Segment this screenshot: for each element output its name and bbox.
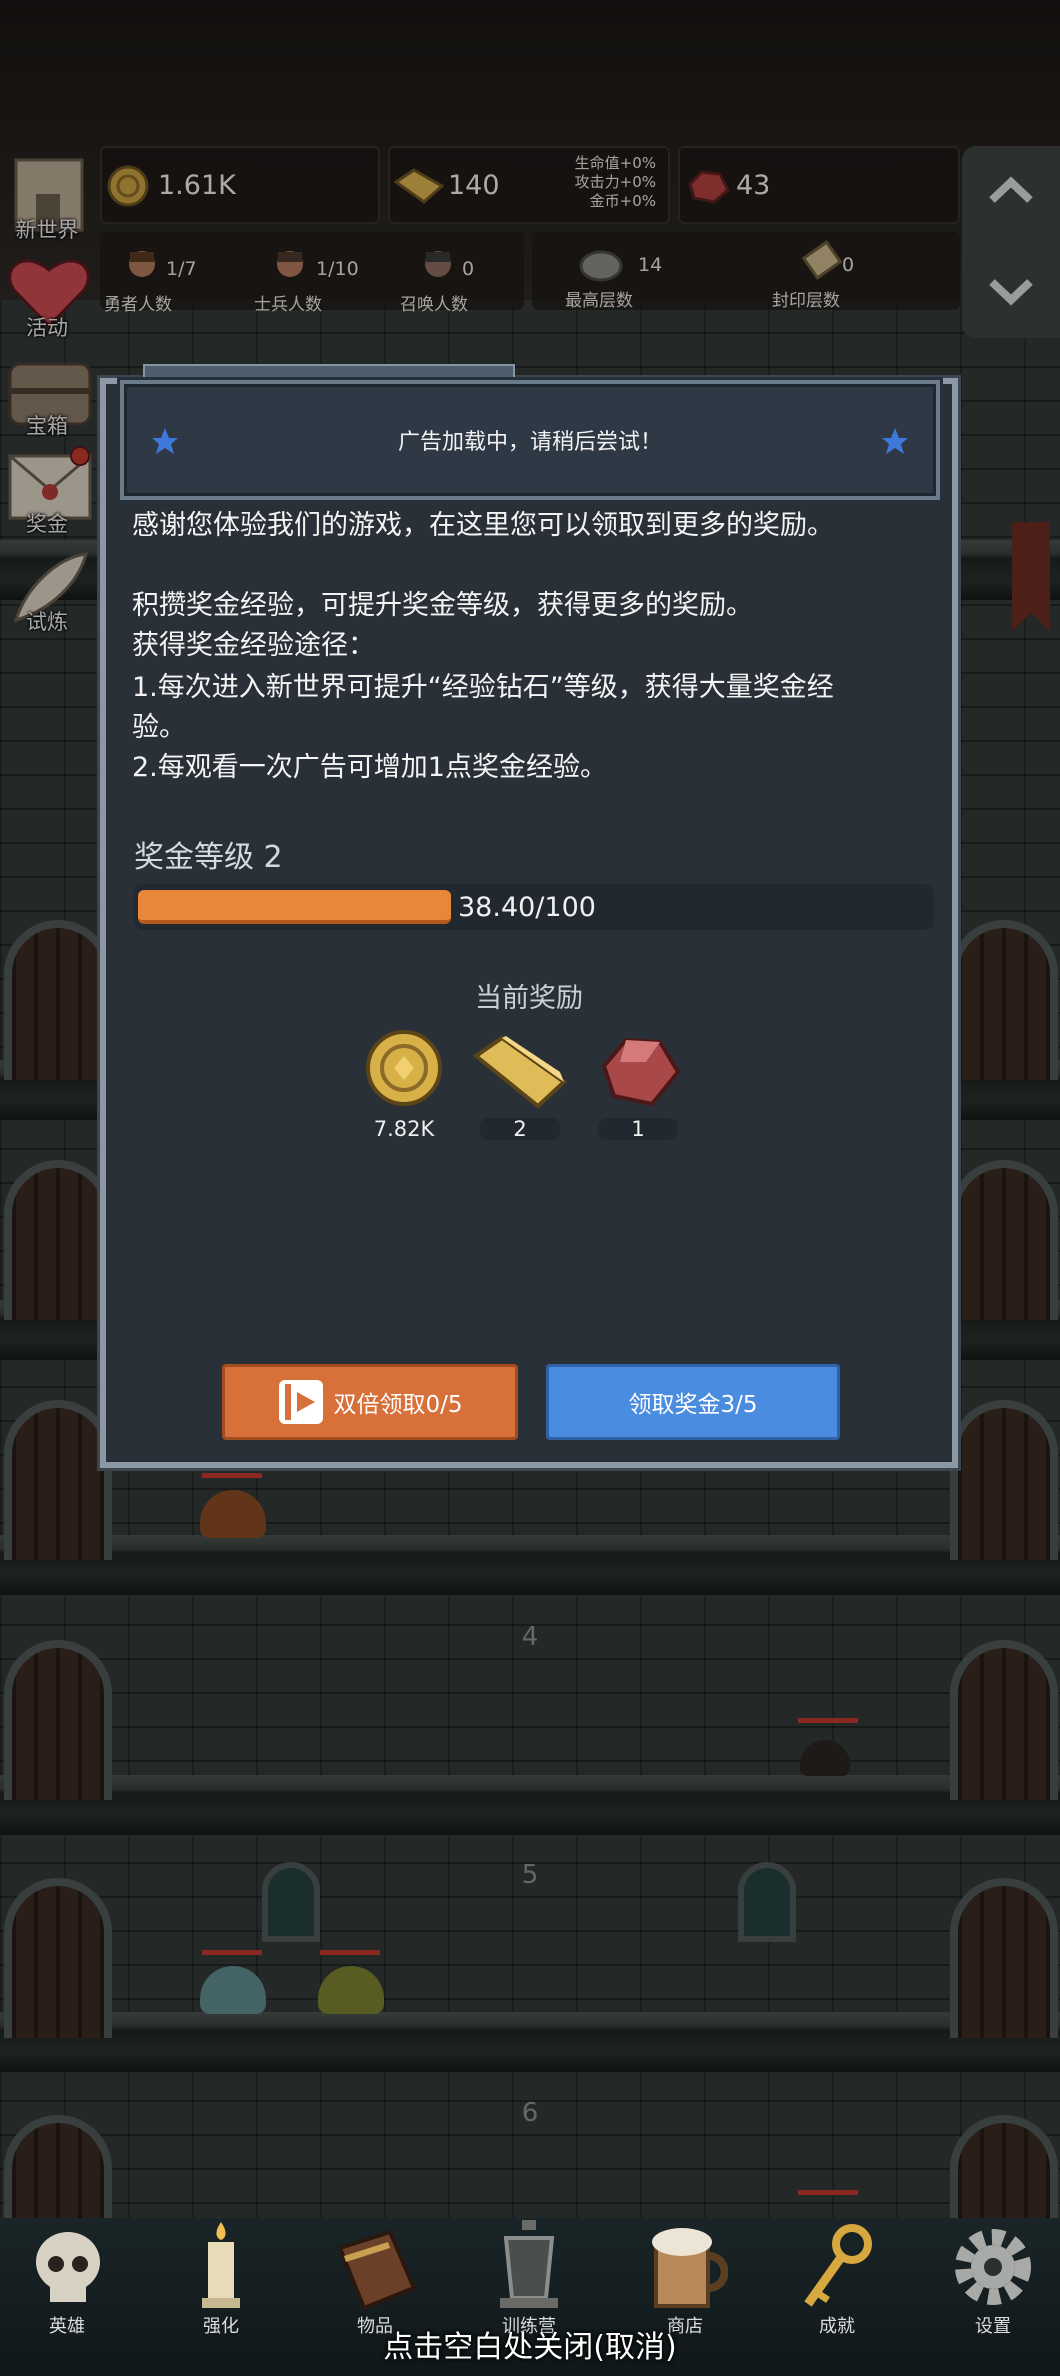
- dialog-line-ways: 获得奖金经验途径：: [132, 630, 375, 661]
- bonus-dialog: 感谢您体验我们的游戏，在这里您可以领取到更多的奖励。 积攒奖金经验，可提升奖金等…: [100, 378, 958, 1468]
- gear-icon: [955, 2229, 1031, 2305]
- claim-bonus-button[interactable]: 领取奖金3/5: [546, 1364, 840, 1440]
- double-claim-label: 双倍领取0/5: [333, 1392, 463, 1418]
- close-hint[interactable]: 点击空白处关闭(取消): [0, 2322, 1060, 2366]
- reward-gem-value: 1: [631, 1117, 645, 1141]
- ad-loading-toast: 广告加载中，请稍后尝试！: [120, 380, 940, 500]
- bonus-progress-text: 38.40/100: [458, 892, 596, 923]
- candle-icon: [202, 2222, 240, 2308]
- dialog-line-way2: 2.每观看一次广告可增加1点奖金经验。: [132, 752, 607, 783]
- star-icon: [882, 428, 908, 454]
- rewards-title: 当前奖励: [475, 983, 583, 1014]
- claim-bonus-label: 领取奖金3/5: [628, 1392, 758, 1418]
- dialog-line-way1-cont: 验。: [132, 712, 186, 743]
- skull-icon: [36, 2232, 100, 2302]
- toast-text: 广告加载中，请稍后尝试！: [397, 430, 662, 455]
- mug-icon: [652, 2228, 728, 2308]
- video-ad-icon: [279, 1380, 324, 1424]
- reward-gold-value: 7.82K: [373, 1117, 435, 1141]
- gold-bar-icon: [472, 1035, 568, 1109]
- gold-coin-icon: [366, 1030, 442, 1106]
- dialog-line-way1: 1.每次进入新世界可提升“经验钻石”等级，获得大量奖金经: [132, 672, 834, 703]
- red-gem-icon: [601, 1037, 681, 1107]
- dialog-intro: 感谢您体验我们的游戏，在这里您可以领取到更多的奖励。: [132, 510, 834, 541]
- reward-gold-bar-value: 2: [513, 1117, 527, 1141]
- bonus-level-label: 奖金等级 2: [134, 840, 283, 875]
- book-icon: [337, 2229, 417, 2311]
- key-icon: [804, 2224, 872, 2307]
- lantern-icon: [500, 2220, 558, 2308]
- dialog-line-accumulate: 积攒奖金经验，可提升奖金等级，获得更多的奖励。: [132, 590, 753, 621]
- double-claim-button[interactable]: 双倍领取0/5: [222, 1364, 518, 1440]
- bonus-progress-track: 38.40/100: [134, 884, 934, 930]
- bonus-progress-fill: [138, 890, 451, 924]
